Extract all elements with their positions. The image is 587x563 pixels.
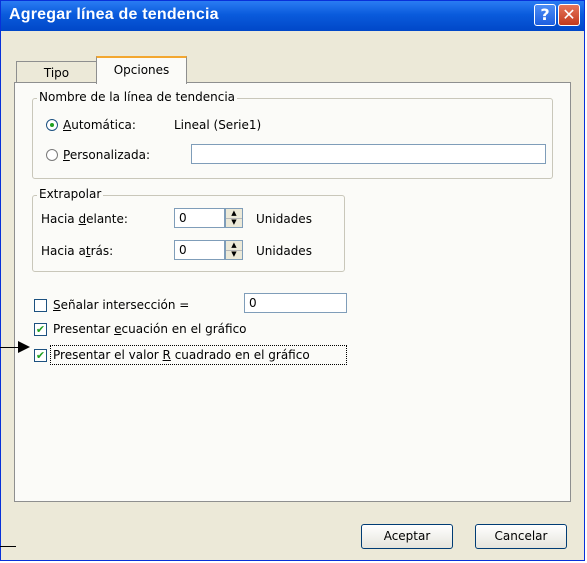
close-icon[interactable]: ✕ xyxy=(558,4,580,26)
automatic-value: Lineal (Serie1) xyxy=(174,118,262,132)
tab-tipo[interactable]: Tipo xyxy=(16,61,97,83)
intercept-input[interactable]: 0 xyxy=(244,293,347,313)
trendline-name-group: Nombre de la línea de tendencia xyxy=(32,90,553,179)
window-title: Agregar línea de tendencia xyxy=(9,6,219,23)
options-panel: Nombre de la línea de tendencia Automáti… xyxy=(14,82,571,502)
extrapolate-group: Extrapolar xyxy=(32,187,345,272)
cancel-button[interactable]: Cancelar xyxy=(475,524,567,549)
custom-radio[interactable] xyxy=(46,149,58,161)
backward-unit: Unidades xyxy=(256,244,312,258)
tab-opciones[interactable]: Opciones xyxy=(96,56,187,84)
forward-input[interactable]: 0 xyxy=(174,208,225,228)
backward-spinner[interactable]: ▲ ▼ xyxy=(225,240,243,260)
ok-button[interactable]: Aceptar xyxy=(361,524,453,549)
annotation-arrow-icon xyxy=(18,341,30,353)
trendline-name-legend: Nombre de la línea de tendencia xyxy=(37,90,238,104)
help-icon[interactable]: ? xyxy=(534,4,556,26)
show-r2-checkbox[interactable]: ✔ xyxy=(34,349,47,362)
backward-label: Hacia atrás: xyxy=(41,244,114,258)
intercept-label[interactable]: Señalar intersección = xyxy=(53,298,189,312)
dialog-window: Agregar línea de tendencia ? ✕ Tipo Opci… xyxy=(0,0,585,561)
backward-input[interactable]: 0 xyxy=(174,240,225,260)
automatic-label[interactable]: Automática: xyxy=(63,118,136,132)
forward-unit: Unidades xyxy=(256,212,312,226)
custom-label[interactable]: Personalizada: xyxy=(63,148,150,162)
extrapolate-legend: Extrapolar xyxy=(37,187,104,201)
spin-down-icon[interactable]: ▼ xyxy=(226,250,242,259)
show-equation-checkbox[interactable]: ✔ xyxy=(34,323,47,336)
forward-label: Hacia delante: xyxy=(41,212,128,226)
show-r2-label[interactable]: Presentar el valor R cuadrado en el gráf… xyxy=(53,348,310,362)
custom-name-input[interactable] xyxy=(191,144,546,164)
annotation-bottom-line xyxy=(0,546,16,547)
automatic-radio[interactable] xyxy=(46,119,58,131)
forward-spinner[interactable]: ▲ ▼ xyxy=(225,208,243,228)
show-equation-label[interactable]: Presentar ecuación en el gráfico xyxy=(53,322,247,336)
spin-down-icon[interactable]: ▼ xyxy=(226,218,242,227)
title-bar[interactable]: Agregar línea de tendencia ? ✕ xyxy=(1,1,584,31)
intercept-checkbox[interactable] xyxy=(34,299,47,312)
